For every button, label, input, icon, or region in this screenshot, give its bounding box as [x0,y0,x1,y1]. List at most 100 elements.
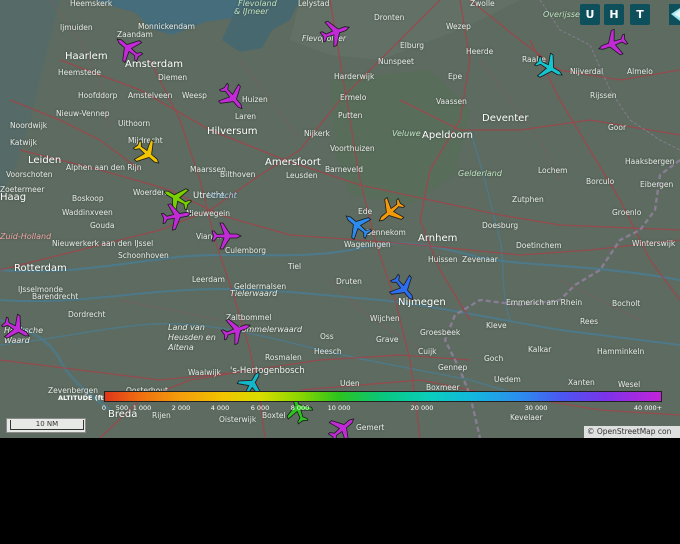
place-label: Rosmalen [265,353,302,362]
toggle-h-button[interactable]: H [604,4,624,25]
place-label: Cuijk [418,347,437,356]
aircraft-marker[interactable] [112,32,144,64]
place-label: Amstelveen [128,91,173,100]
place-label: Gemert [356,423,385,432]
legend-tick: 500 [115,404,129,412]
place-label: Hilversum [207,126,258,137]
toggle-t-button[interactable]: T [630,4,650,25]
region-label: Haag [0,192,27,203]
aircraft-marker[interactable] [596,28,629,60]
place-label: Ijmuiden [60,23,93,32]
aircraft-marker[interactable] [0,313,33,345]
place-label: Barendrecht [32,292,79,301]
legend-tick: 20 000 [410,404,434,412]
place-label: Eibergen [640,180,674,189]
airplane-icon [116,38,144,64]
place-label: Doesburg [482,221,519,230]
map-basemap [0,0,680,438]
place-label: Dordrecht [68,310,106,319]
place-label: Kevelaer [510,413,543,422]
place-label: Xanten [568,378,595,387]
place-label: IJsselmonde [18,285,63,294]
airplane-icon [533,52,563,78]
place-label: Oss [320,332,334,341]
place-label: Uedem [494,375,521,384]
place-label: Heerde [466,47,494,56]
place-label: Leusden [286,171,318,180]
place-label: Nieuwerkerk aan den IJssel [52,239,154,248]
aircraft-marker[interactable] [160,200,193,232]
scale-label: 10 NM [10,420,84,430]
place-label: Druten [336,277,362,286]
place-label: Goch [484,354,504,363]
place-label: Vaassen [436,97,467,106]
place-label: Haarlem [65,51,108,62]
toggle-u-button[interactable]: U [580,4,600,25]
place-label: Haaksbergen [625,157,675,166]
aircraft-marker[interactable] [217,82,249,114]
place-label: Wezep [446,22,471,31]
aircraft-marker[interactable] [319,16,352,48]
place-label: Hoofddorp [78,91,118,100]
place-label: Zutphen [512,195,544,204]
place-label: Tiel [288,262,302,271]
airplane-icon [388,273,414,301]
place-label: Amersfoort [265,157,321,168]
aircraft-marker[interactable] [327,412,359,438]
place-label: Leiden [28,155,62,166]
airplane-icon [319,20,350,48]
aircraft-marker[interactable] [388,273,420,305]
legend-tick: 2 000 [171,404,191,412]
place-label: Nieuw-Vennep [56,109,110,118]
place-label: Elburg [400,41,425,50]
airplane-icon [598,28,629,56]
place-label: Zevenaar [462,255,498,264]
aircraft-marker[interactable] [132,138,164,170]
place-label: Winterswijk [632,239,676,248]
aircraft-marker[interactable] [211,220,243,252]
map-attribution[interactable]: © OpenStreetMap con [584,426,680,438]
place-label: Putten [338,111,363,120]
place-label: Ermelo [340,93,367,102]
place-label: Leerdam [192,275,225,284]
place-label: Lochem [538,166,568,175]
place-label: Huissen [428,255,458,264]
legend-tick: 6 000 [250,404,270,412]
place-label: Almelo [627,67,653,76]
place-label: Oisterwijk [219,415,257,424]
layers-button[interactable] [669,4,680,25]
place-label: Grave [376,335,399,344]
region-label: Tielerwaard [230,289,278,298]
place-label: Bocholt [612,299,641,308]
region-label: Gelderland [458,169,502,178]
place-label: Rees [580,317,599,326]
place-label: Heesch [314,347,342,356]
aircraft-marker[interactable] [533,52,566,84]
region-label: Utrecht [207,191,237,200]
place-label: Arnhem [418,233,458,244]
place-label: Bilthoven [220,170,256,179]
legend-tick: 8 000 [290,404,310,412]
legend-title: ALTITUDE (ft) [58,394,107,402]
place-label: Diemen [158,73,188,82]
place-label: Borculo [586,177,615,186]
airplane-icon [220,318,251,346]
place-label: Noordwijk [10,121,48,130]
layers-icon [671,8,680,21]
legend-tick: 10 000 [327,404,351,412]
place-label: Hamminkeln [597,347,645,356]
place-label: Groesbeek [420,328,461,337]
aircraft-marker[interactable] [341,209,373,241]
map-canvas[interactable]: Heemskerk Monnickendam Lelystad Zwolle I… [0,0,680,438]
place-label: Waalwijk [188,368,221,377]
place-label: Wijchen [370,314,400,323]
place-label: Apeldoorn [422,130,473,141]
place-label: Laren [235,112,257,121]
aircraft-marker[interactable] [374,196,406,228]
place-label: Alphen aan den Rijn [66,163,142,172]
place-label: Kalkar [528,345,552,354]
place-label: Emmerich am Rhein [506,298,583,307]
place-label: Voorthuizen [330,144,375,153]
aircraft-marker[interactable] [220,314,253,346]
place-label: Groenlo [612,208,642,217]
